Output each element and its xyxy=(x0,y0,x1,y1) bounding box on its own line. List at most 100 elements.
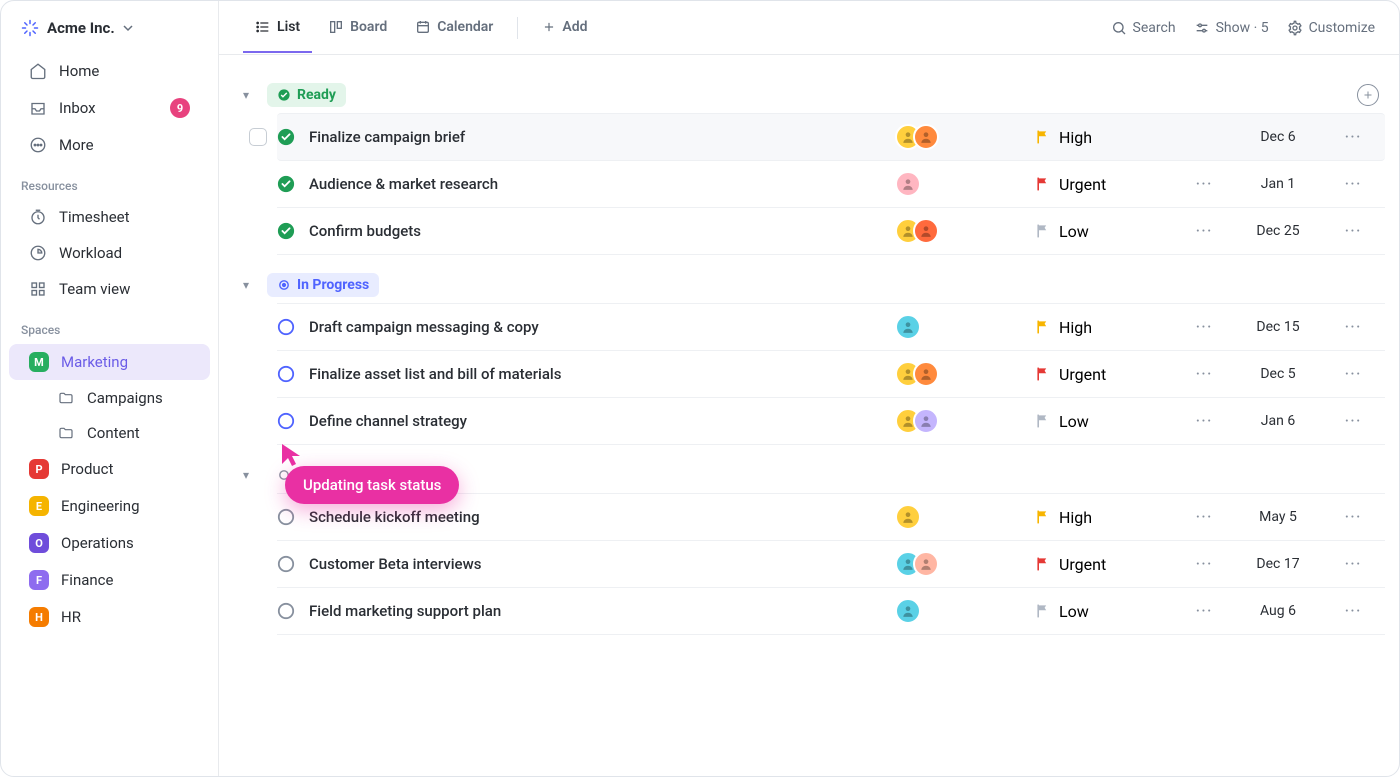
status-icon[interactable] xyxy=(277,318,295,336)
task-name: Customer Beta interviews xyxy=(309,555,895,573)
sidebar-subitem[interactable]: Content xyxy=(9,416,210,450)
avatar[interactable] xyxy=(913,218,939,244)
avatar[interactable] xyxy=(895,504,921,530)
assignees[interactable] xyxy=(895,408,1035,434)
sidebar-item-teamview[interactable]: Team view xyxy=(9,272,210,306)
collapse-toggle[interactable]: ▾ xyxy=(243,278,257,292)
due-date[interactable]: Aug 6 xyxy=(1223,603,1333,619)
sidebar-item-space-hr[interactable]: HHR xyxy=(9,599,210,635)
due-date[interactable]: Dec 17 xyxy=(1223,556,1333,572)
task-menu[interactable]: ··· xyxy=(1333,411,1373,432)
assignees[interactable] xyxy=(895,551,1035,577)
sidebar-item-space-product[interactable]: PProduct xyxy=(9,451,210,487)
task-row[interactable]: Audience & market research Urgent ··· Ja… xyxy=(277,161,1385,208)
view-board[interactable]: Board xyxy=(316,3,399,53)
sidebar-item-space-finance[interactable]: FFinance xyxy=(9,562,210,598)
subtasks-button[interactable]: ··· xyxy=(1185,317,1223,338)
status-icon[interactable] xyxy=(277,175,295,193)
assignees[interactable] xyxy=(895,218,1035,244)
due-date[interactable]: May 5 xyxy=(1223,509,1333,525)
subtasks-button[interactable]: ··· xyxy=(1185,364,1223,385)
due-date[interactable]: Dec 15 xyxy=(1223,319,1333,335)
status-icon[interactable] xyxy=(277,602,295,620)
sidebar-item-inbox[interactable]: Inbox 9 xyxy=(9,90,210,126)
collapse-toggle[interactable]: ▾ xyxy=(243,88,257,102)
status-icon[interactable] xyxy=(277,555,295,573)
priority[interactable]: High xyxy=(1035,318,1185,337)
avatar[interactable] xyxy=(895,314,921,340)
task-menu[interactable]: ··· xyxy=(1333,317,1373,338)
collapse-toggle[interactable]: ▾ xyxy=(243,468,257,482)
status-icon[interactable] xyxy=(277,412,295,430)
task-row[interactable]: Finalize asset list and bill of material… xyxy=(277,351,1385,398)
subtasks-button[interactable]: ··· xyxy=(1185,174,1223,195)
sidebar-item-more[interactable]: More xyxy=(9,128,210,162)
sidebar-item-workload[interactable]: Workload xyxy=(9,236,210,270)
assignees[interactable] xyxy=(895,124,1035,150)
add-task-button[interactable] xyxy=(1357,84,1379,106)
due-date[interactable]: Dec 25 xyxy=(1223,223,1333,239)
avatar[interactable] xyxy=(895,171,921,197)
assignees[interactable] xyxy=(895,361,1035,387)
sidebar-item-space-engineering[interactable]: EEngineering xyxy=(9,488,210,524)
status-icon[interactable] xyxy=(277,508,295,526)
show-button[interactable]: Show · 5 xyxy=(1194,20,1269,36)
due-date[interactable]: Dec 6 xyxy=(1223,129,1333,145)
priority[interactable]: Urgent xyxy=(1035,555,1185,574)
assignees[interactable] xyxy=(895,314,1035,340)
view-list[interactable]: List xyxy=(243,3,312,53)
assignees[interactable] xyxy=(895,504,1035,530)
status-icon[interactable] xyxy=(277,365,295,383)
task-checkbox[interactable] xyxy=(249,128,267,146)
view-calendar[interactable]: Calendar xyxy=(403,3,505,53)
due-date[interactable]: Dec 5 xyxy=(1223,366,1333,382)
task-row[interactable]: Customer Beta interviews Urgent ··· Dec … xyxy=(277,541,1385,588)
sidebar-item-home[interactable]: Home xyxy=(9,54,210,88)
avatar[interactable] xyxy=(895,598,921,624)
due-date[interactable]: Jan 1 xyxy=(1223,176,1333,192)
sidebar-item-space-marketing[interactable]: MMarketing xyxy=(9,344,210,380)
priority[interactable]: Low xyxy=(1035,602,1185,621)
customize-button[interactable]: Customize xyxy=(1287,20,1375,36)
task-menu[interactable]: ··· xyxy=(1333,364,1373,385)
avatar[interactable] xyxy=(913,124,939,150)
task-row[interactable]: Finalize campaign brief High Dec 6 ··· xyxy=(277,113,1385,161)
subtasks-button[interactable]: ··· xyxy=(1185,507,1223,528)
avatar[interactable] xyxy=(913,551,939,577)
sidebar-item-timesheet[interactable]: Timesheet xyxy=(9,200,210,234)
assignees[interactable] xyxy=(895,171,1035,197)
priority[interactable]: High xyxy=(1035,128,1185,147)
search-button[interactable]: Search xyxy=(1111,20,1176,36)
task-row[interactable]: Field marketing support plan Low ··· Aug… xyxy=(277,588,1385,635)
task-menu[interactable]: ··· xyxy=(1333,127,1373,148)
status-icon[interactable] xyxy=(277,128,295,146)
sidebar-subitem[interactable]: Campaigns xyxy=(9,381,210,415)
avatar[interactable] xyxy=(913,361,939,387)
priority[interactable]: Urgent xyxy=(1035,365,1185,384)
subtasks-button[interactable]: ··· xyxy=(1185,221,1223,242)
status-icon[interactable] xyxy=(277,222,295,240)
task-row[interactable]: Define channel strategy Low ··· Jan 6 ··… xyxy=(277,398,1385,445)
task-menu[interactable]: ··· xyxy=(1333,601,1373,622)
task-menu[interactable]: ··· xyxy=(1333,507,1373,528)
avatar[interactable] xyxy=(913,408,939,434)
priority[interactable]: Urgent xyxy=(1035,175,1185,194)
workspace-switcher[interactable]: Acme Inc. xyxy=(1,13,218,53)
task-row[interactable]: Draft campaign messaging & copy High ···… xyxy=(277,303,1385,351)
priority[interactable]: High xyxy=(1035,508,1185,527)
task-menu[interactable]: ··· xyxy=(1333,174,1373,195)
task-menu[interactable]: ··· xyxy=(1333,554,1373,575)
assignees[interactable] xyxy=(895,598,1035,624)
view-add[interactable]: Add xyxy=(530,3,599,53)
task-row[interactable]: Confirm budgets Low ··· Dec 25 ··· xyxy=(277,208,1385,255)
priority[interactable]: Low xyxy=(1035,412,1185,431)
subtasks-button[interactable]: ··· xyxy=(1185,411,1223,432)
subtasks-button[interactable]: ··· xyxy=(1185,601,1223,622)
group-pill[interactable]: Ready xyxy=(267,83,346,107)
group-pill[interactable]: In Progress xyxy=(267,273,379,297)
subtasks-button[interactable]: ··· xyxy=(1185,554,1223,575)
due-date[interactable]: Jan 6 xyxy=(1223,413,1333,429)
priority[interactable]: Low xyxy=(1035,222,1185,241)
task-menu[interactable]: ··· xyxy=(1333,221,1373,242)
sidebar-item-space-operations[interactable]: OOperations xyxy=(9,525,210,561)
